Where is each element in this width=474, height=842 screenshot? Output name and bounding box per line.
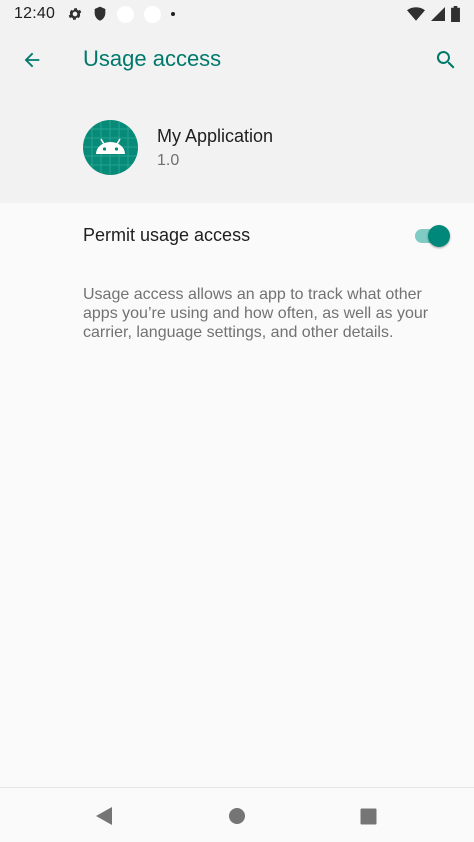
status-bar: 12:40 (0, 0, 474, 28)
status-icons-left (67, 5, 176, 23)
nav-recents-button[interactable] (352, 800, 384, 832)
status-time: 12:40 (14, 5, 56, 22)
back-button[interactable] (14, 42, 50, 78)
usage-access-description: Usage access allows an app to track what… (83, 286, 429, 341)
app-info: My Application 1.0 (0, 118, 474, 182)
nav-back-button[interactable] (88, 800, 120, 832)
page-title: Usage access (83, 46, 222, 71)
notification-circle-icon (117, 5, 135, 23)
wifi-icon (407, 7, 425, 21)
toolbar: Usage access (0, 28, 474, 92)
nav-home-button[interactable] (221, 800, 253, 832)
header: Usage access My Application 1.0 (0, 28, 474, 203)
switch-thumb (428, 225, 450, 247)
battery-icon (451, 6, 460, 22)
notification-circle-icon (144, 5, 162, 23)
app-version: 1.0 (157, 152, 180, 169)
back-triangle-icon (96, 807, 112, 825)
status-icons-right (407, 6, 460, 22)
cell-signal-icon (431, 7, 445, 21)
shield-icon (94, 6, 106, 21)
settings-gear-icon (68, 8, 82, 20)
recents-square-icon (360, 808, 376, 824)
navigation-bar (0, 787, 474, 842)
app-name: My Application (157, 126, 274, 146)
android-robot-icon (83, 120, 138, 175)
arrow-left-icon (24, 52, 40, 68)
search-icon (436, 51, 455, 69)
more-dot-icon (171, 12, 176, 16)
permit-usage-access-row[interactable]: Permit usage access (0, 203, 474, 267)
home-circle-icon (229, 808, 245, 824)
permit-usage-access-label: Permit usage access (83, 225, 251, 245)
search-button[interactable] (428, 42, 464, 78)
permit-usage-access-switch[interactable] (412, 223, 452, 249)
